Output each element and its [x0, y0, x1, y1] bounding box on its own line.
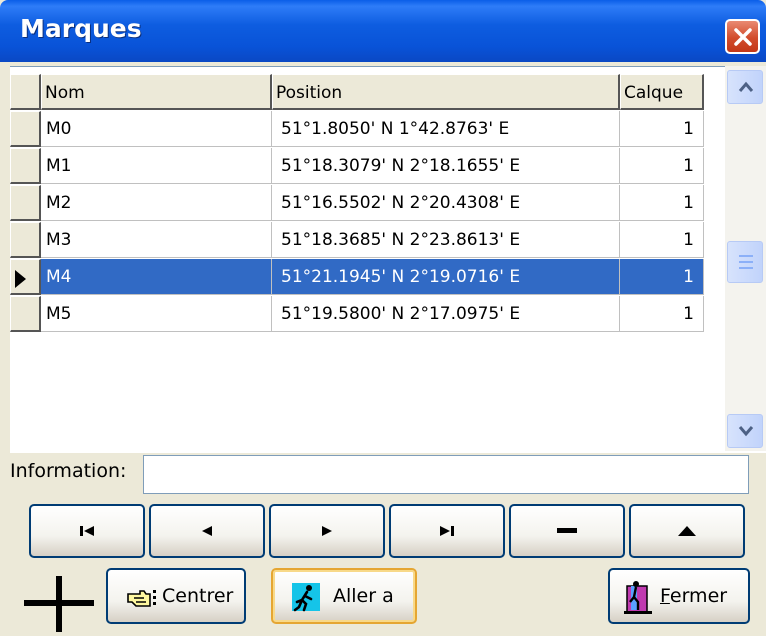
table-row[interactable]: M5 51°19.5800' N 2°17.0975' E 1 — [10, 296, 704, 333]
column-header-position[interactable]: Position — [272, 74, 620, 110]
fermer-rest: ermer — [669, 585, 728, 607]
next-icon — [322, 526, 332, 536]
scroll-down-button[interactable] — [727, 414, 763, 448]
cell-calque[interactable]: 1 — [620, 111, 704, 147]
table-row[interactable]: M2 51°16.5502' N 2°20.4308' E 1 — [10, 185, 704, 222]
first-record-button[interactable] — [29, 504, 145, 558]
cell-position[interactable]: 51°21.1945' N 2°19.0716' E — [272, 259, 620, 295]
centrer-label: Centrer — [162, 585, 234, 607]
marques-window: Marques Nom Position Calque M0 51°1.8050… — [0, 0, 766, 636]
cell-nom[interactable]: M5 — [41, 296, 272, 332]
scroll-thumb[interactable] — [727, 241, 763, 283]
up-triangle-icon — [678, 526, 696, 536]
table-row-selected[interactable]: M4 51°21.1945' N 2°19.0716' E 1 — [10, 259, 704, 296]
fermer-button[interactable]: Fermer — [608, 568, 750, 624]
thumb-grip — [739, 267, 753, 269]
walking-man-icon — [292, 583, 320, 612]
vertical-scrollbar[interactable] — [725, 66, 766, 451]
crosshair-icon — [24, 576, 94, 632]
column-header-calque[interactable]: Calque — [620, 74, 704, 110]
cell-nom[interactable]: M0 — [41, 111, 272, 147]
row-indicator[interactable] — [10, 185, 41, 221]
current-row-arrow-icon — [15, 270, 26, 288]
cell-calque[interactable]: 1 — [620, 148, 704, 184]
aller-a-label: Aller a — [333, 585, 394, 607]
delete-record-button[interactable] — [509, 504, 625, 558]
table-row[interactable]: M3 51°18.3685' N 2°23.8613' E 1 — [10, 222, 704, 259]
crosshair-vertical — [56, 576, 62, 632]
last-record-button[interactable] — [389, 504, 505, 558]
cell-calque[interactable]: 1 — [620, 185, 704, 221]
close-icon — [734, 28, 752, 46]
scroll-up-button[interactable] — [727, 70, 763, 104]
header-indicator-cell — [10, 74, 41, 110]
table-row[interactable]: M0 51°1.8050' N 1°42.8763' E 1 — [10, 111, 704, 148]
title-bar[interactable]: Marques — [0, 0, 766, 62]
row-indicator[interactable] — [10, 296, 41, 332]
centrer-button[interactable]: Centrer — [106, 568, 246, 624]
row-indicator[interactable] — [10, 259, 41, 295]
cell-position[interactable]: 51°18.3079' N 2°18.1655' E — [272, 148, 620, 184]
cell-nom[interactable]: M1 — [41, 148, 272, 184]
cell-nom[interactable]: M2 — [41, 185, 272, 221]
cell-calque[interactable]: 1 — [620, 296, 704, 332]
information-field[interactable] — [143, 455, 749, 494]
fermer-mnemonic: F — [660, 585, 670, 607]
next-record-button[interactable] — [269, 504, 385, 558]
cell-position[interactable]: 51°1.8050' N 1°42.8763' E — [272, 111, 620, 147]
exit-door-icon — [624, 581, 652, 614]
minus-icon — [557, 528, 577, 533]
table-row[interactable]: M1 51°18.3079' N 2°18.1655' E 1 — [10, 148, 704, 185]
close-button[interactable] — [725, 19, 760, 54]
cell-nom[interactable]: M4 — [41, 259, 272, 295]
thumb-grip — [739, 261, 753, 263]
insert-record-button[interactable] — [629, 504, 745, 558]
cell-nom[interactable]: M3 — [41, 222, 272, 258]
information-label: Information: — [10, 460, 127, 482]
first-icon — [80, 526, 94, 536]
cell-position[interactable]: 51°16.5502' N 2°20.4308' E — [272, 185, 620, 221]
cell-position[interactable]: 51°18.3685' N 2°23.8613' E — [272, 222, 620, 258]
pointing-hand-icon — [127, 590, 156, 607]
row-indicator[interactable] — [10, 148, 41, 184]
aller-a-button[interactable]: Aller a — [271, 568, 417, 624]
cell-calque[interactable]: 1 — [620, 222, 704, 258]
chevron-up-icon — [738, 81, 754, 92]
window-title: Marques — [20, 14, 142, 43]
previous-record-button[interactable] — [149, 504, 265, 558]
thumb-grip — [739, 255, 753, 257]
column-header-nom[interactable]: Nom — [41, 74, 272, 110]
row-indicator[interactable] — [10, 222, 41, 258]
previous-icon — [202, 526, 212, 536]
last-icon — [440, 526, 454, 536]
row-indicator[interactable] — [10, 111, 41, 147]
chevron-down-icon — [738, 426, 754, 437]
cell-position[interactable]: 51°19.5800' N 2°17.0975' E — [272, 296, 620, 332]
cell-calque[interactable]: 1 — [620, 259, 704, 295]
fermer-label: Fermer — [660, 585, 727, 607]
table-header: Nom Position Calque — [10, 74, 704, 111]
